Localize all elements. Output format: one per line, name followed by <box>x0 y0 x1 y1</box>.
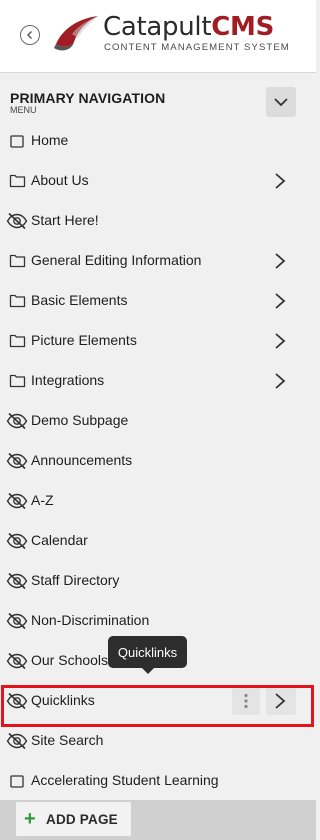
nav-item[interactable]: Non-Discrimination <box>0 601 316 641</box>
folder-icon <box>9 333 27 349</box>
add-page-label: ADD PAGE <box>46 811 118 827</box>
nav-list: Home About Us Start Here! General Editing I… <box>0 121 316 801</box>
plus-icon: + <box>24 808 36 830</box>
logo-word-plain: Catapult <box>103 12 212 42</box>
nav-header: PRIMARY NAVIGATION MENU <box>10 90 165 115</box>
quicklinks-tooltip: Quicklinks <box>108 636 187 674</box>
chevron-right-icon[interactable] <box>274 372 288 390</box>
nav-item[interactable]: About Us <box>0 161 316 201</box>
chevron-right-icon[interactable] <box>274 332 288 350</box>
nav-item[interactable]: A-Z <box>0 481 316 521</box>
collapse-menu-button[interactable] <box>266 87 296 117</box>
app-header: CatapultCMS CONTENT MANAGEMENT SYSTEM <box>0 0 316 72</box>
nav-item-label: Start Here! <box>31 212 99 228</box>
nav-item-label: Site Search <box>31 732 104 748</box>
nav-item[interactable]: Demo Subpage <box>0 401 316 441</box>
nav-item[interactable]: Announcements <box>0 441 316 481</box>
nav-item[interactable]: Integrations <box>0 361 316 401</box>
panel-footer: + ADD PAGE <box>0 800 316 840</box>
page-icon <box>9 773 27 789</box>
nav-subtitle: MENU <box>10 105 37 115</box>
nav-item-label: Basic Elements <box>31 292 128 308</box>
nav-item[interactable]: Site Search <box>0 721 316 761</box>
nav-item-label: Quicklinks <box>31 692 95 708</box>
eye-slash-icon <box>6 492 28 510</box>
nav-item[interactable]: Start Here! <box>0 201 316 241</box>
navigation-panel: PRIMARY NAVIGATION MENU Home About Us Star… <box>0 72 316 840</box>
eye-slash-icon <box>6 452 28 470</box>
nav-item-label: Our Schools <box>31 652 109 668</box>
nav-item-label: Non-Discrimination <box>31 612 150 628</box>
nav-item-label: About Us <box>31 172 89 188</box>
folder-icon <box>9 253 27 269</box>
nav-item[interactable]: Picture Elements <box>0 321 316 361</box>
chevron-left-icon <box>27 31 32 39</box>
back-button[interactable] <box>20 25 40 45</box>
logo-wordmark: CatapultCMS <box>103 12 274 42</box>
folder-icon <box>9 173 27 189</box>
nav-item-label: Demo Subpage <box>31 412 129 428</box>
eye-slash-icon <box>6 732 28 750</box>
nav-item-label: General Editing Information <box>31 252 202 268</box>
nav-item[interactable]: Calendar <box>0 521 316 561</box>
page-icon <box>9 133 27 149</box>
nav-item-label: Home <box>31 132 69 148</box>
nav-item-label: Calendar <box>31 532 88 548</box>
eye-slash-icon <box>6 612 28 630</box>
nav-item-label: Integrations <box>31 372 105 388</box>
nav-item-label: Staff Directory <box>31 572 120 588</box>
nav-item-label: Announcements <box>31 452 133 468</box>
eye-slash-icon <box>6 652 28 670</box>
chevron-right-icon[interactable] <box>274 172 288 190</box>
nav-item[interactable]: Home <box>0 121 316 161</box>
logo-word-brand: CMS <box>211 12 274 42</box>
nav-item-label: Accelerating Student Learning <box>31 772 219 788</box>
nav-item[interactable]: Staff Directory <box>0 561 316 601</box>
folder-icon <box>9 373 27 389</box>
chevron-down-icon <box>274 98 288 107</box>
logo-tagline: CONTENT MANAGEMENT SYSTEM <box>104 42 290 53</box>
nav-item[interactable]: Quicklinks <box>0 681 316 721</box>
expand-button[interactable] <box>266 687 296 715</box>
nav-item[interactable]: Basic Elements <box>0 281 316 321</box>
nav-item[interactable]: General Editing Information <box>0 241 316 281</box>
eye-slash-icon <box>6 572 28 590</box>
kebab-icon <box>244 693 248 709</box>
eye-slash-icon <box>6 212 28 230</box>
folder-icon <box>9 293 27 309</box>
nav-title: PRIMARY NAVIGATION <box>10 90 166 106</box>
chevron-right-icon[interactable] <box>274 292 288 310</box>
nav-item-label: Picture Elements <box>31 332 137 348</box>
eye-slash-icon <box>6 532 28 550</box>
chevron-right-icon[interactable] <box>274 252 288 270</box>
eye-slash-icon <box>6 692 28 710</box>
catapult-logo-icon <box>54 16 98 51</box>
nav-item[interactable]: Accelerating Student Learning <box>0 761 316 801</box>
more-options-button[interactable] <box>232 687 260 715</box>
eye-slash-icon <box>6 412 28 430</box>
nav-item-label: A-Z <box>31 492 54 508</box>
chevron-right-icon <box>275 693 286 709</box>
add-page-button[interactable]: + ADD PAGE <box>16 802 131 836</box>
